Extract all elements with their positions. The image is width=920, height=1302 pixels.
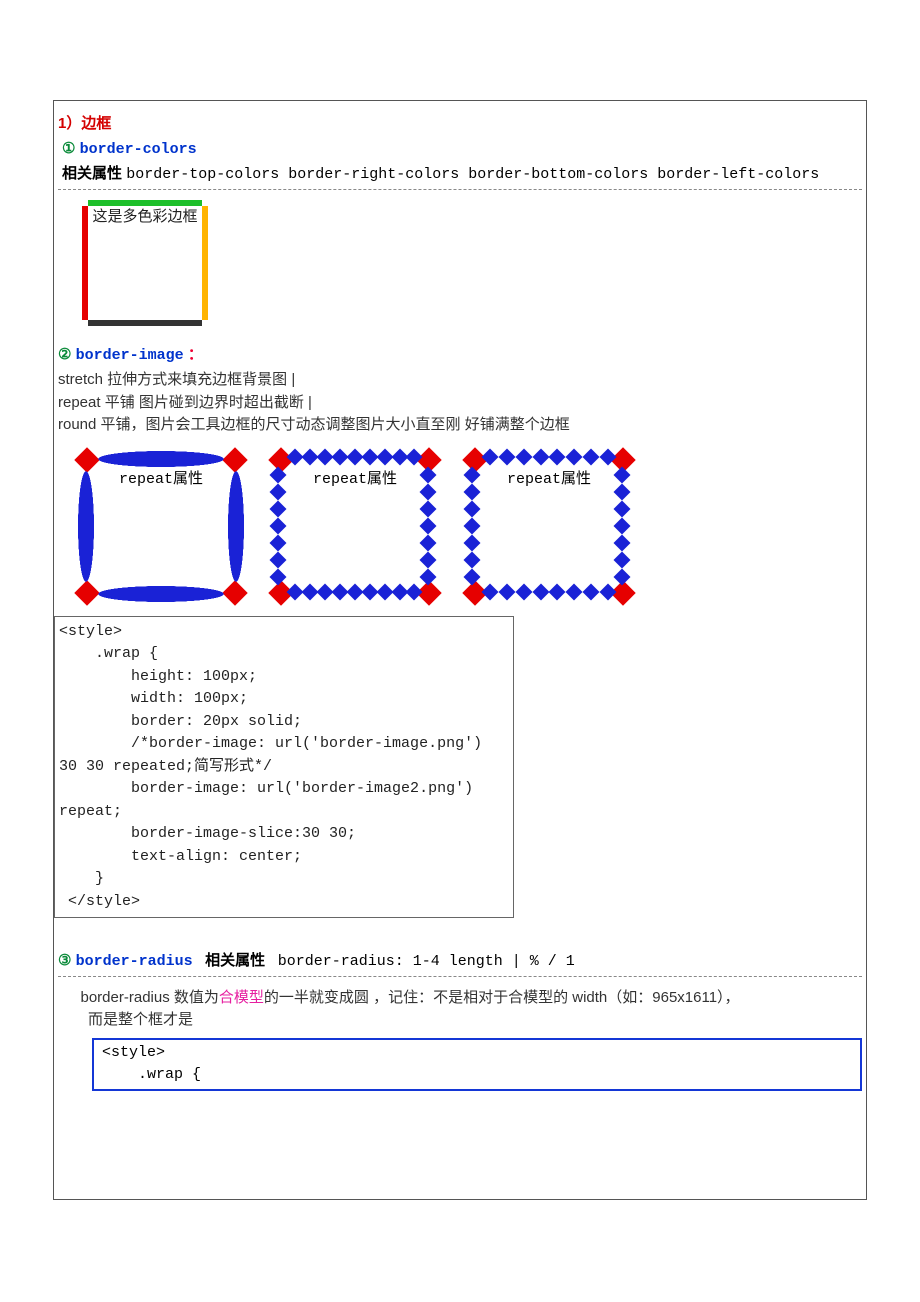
demo-box: 这是多色彩边框 [82, 200, 208, 326]
border-image-demo-repeat: repeat属性 [270, 449, 440, 604]
related-label: 相关属性 [205, 952, 265, 969]
circled-number-icon: ③ [58, 952, 71, 969]
edge-bottom [98, 586, 224, 602]
multi-color-border-demo: 这是多色彩边框 [82, 200, 866, 326]
related-label: 相关属性 [62, 165, 122, 182]
subsection-2-heading: ② border-image ： [58, 344, 862, 368]
desc-line: stretch 拉伸方式来填充边框背景图 | [58, 369, 862, 392]
border-image-demo-round: repeat属性 [464, 449, 634, 604]
document-frame: 1）边框 ① border-colors 相关属性 border-top-col… [53, 100, 867, 1200]
border-right [202, 206, 208, 320]
text: border-radius 数值为 [81, 989, 219, 1006]
code-block: <style> .wrap { height: 100px; width: 10… [54, 616, 514, 919]
edge-bottom [482, 586, 616, 602]
desc-line: round 平铺，图片会工具边框的尺寸动态调整图片大小直至刚 好铺满整个边框 [58, 414, 862, 437]
subsection-1-heading: ① border-colors [62, 138, 862, 162]
keyword: border-image [76, 347, 184, 364]
related-props: border-radius: 1-4 length | % / 1 [278, 953, 575, 970]
dashed-divider [58, 189, 862, 190]
circled-number-icon: ② [58, 346, 71, 363]
page: 1）边框 ① border-colors 相关属性 border-top-col… [0, 0, 920, 1302]
section-heading: 1）边框 [58, 113, 862, 136]
related-props-row: 相关属性 border-top-colors border-right-colo… [62, 163, 862, 187]
corner-icon [74, 580, 99, 605]
demo-label: repeat属性 [270, 469, 440, 492]
edge-top [482, 451, 616, 467]
desc-line: 而是整个框才是 [58, 1009, 862, 1032]
demo-box-text: 这是多色彩边框 [92, 206, 198, 229]
code-block: <style> .wrap { [92, 1038, 862, 1091]
demo-label: repeat属性 [464, 469, 634, 492]
border-image-demo-stretch: repeat属性 [76, 449, 246, 604]
keyword: border-radius [76, 953, 193, 970]
border-bottom [88, 320, 202, 326]
keyword: border-colors [80, 141, 197, 158]
corner-icon [222, 580, 247, 605]
edge-bottom [288, 586, 422, 602]
edge-top [288, 451, 422, 467]
circled-number-icon: ① [62, 140, 75, 157]
border-left [82, 206, 88, 320]
border-image-demo-row: repeat属性 repeat属性 [76, 449, 866, 604]
subsection-3-heading: ③ border-radius 相关属性 border-radius: 1-4 … [58, 950, 862, 974]
highlight-text: 合模型 [219, 989, 264, 1006]
demo-label: repeat属性 [76, 469, 246, 492]
desc-line: border-radius 数值为合模型的一半就变成圆 ，记住：不是相对于合模型… [58, 987, 862, 1010]
related-props: border-top-colors border-right-colors bo… [126, 166, 819, 183]
dashed-divider [58, 976, 862, 977]
desc-line: repeat 平铺 图片碰到边界时超出截断 | [58, 392, 862, 415]
edge-top [98, 451, 224, 467]
text: 的一半就变成圆 ，记住：不是相对于合模型的 width（如：965x1611）， [264, 989, 740, 1006]
colon: ： [188, 346, 203, 363]
